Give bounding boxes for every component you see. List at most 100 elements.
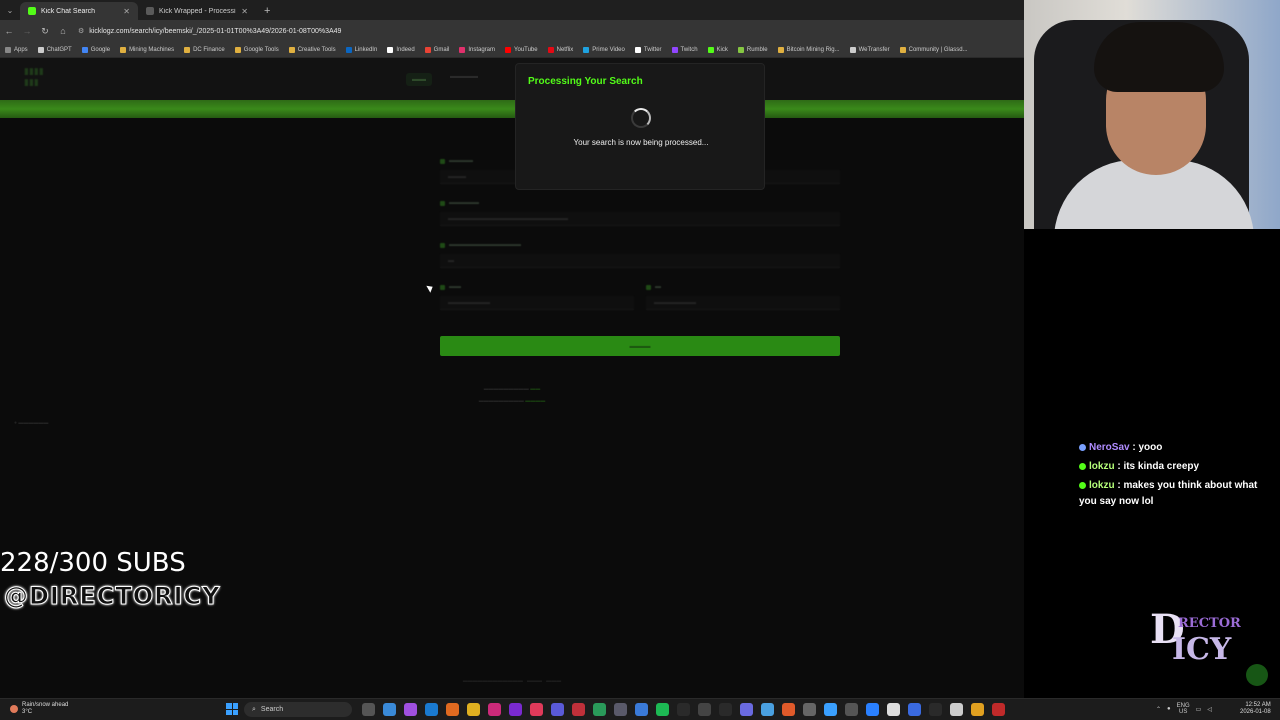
bookmark-item[interactable]: Twitter (630, 46, 667, 53)
taskbar-app-icon[interactable] (488, 703, 501, 716)
bookmark-icon (737, 46, 744, 53)
bookmarks-bar: Apps ChatGPT Google Mining Machines DC Finan… (0, 42, 1024, 58)
site-header: ▮▮▮▮ ▮▮▮ ▬▬ ▬▬▬▬ (0, 58, 1024, 100)
taskbar-app-icon[interactable] (992, 703, 1005, 716)
taskbar-app-icon[interactable] (719, 703, 732, 716)
taskbar-app-icon[interactable] (740, 703, 753, 716)
taskbar-app-icon[interactable] (866, 703, 879, 716)
bookmark-item[interactable]: WeTransfer (845, 46, 895, 53)
taskbar-app-icon[interactable] (572, 703, 585, 716)
chat-text: yooo (1138, 442, 1163, 453)
taskbar-app-icon[interactable] (467, 703, 480, 716)
bookmark-item[interactable]: Mining Machines (115, 46, 179, 53)
close-tab-icon[interactable]: ✕ (123, 7, 130, 16)
site-logo[interactable]: ▮▮▮▮ ▮▮▮ (24, 66, 66, 92)
home-icon[interactable]: ⌂ (54, 26, 72, 36)
bookmark-item[interactable]: Rumble (733, 46, 773, 53)
clock-date: 2026-01-08 (1240, 709, 1271, 715)
taskbar-app-icon[interactable] (551, 703, 564, 716)
language-indicator[interactable]: ENG US (1177, 703, 1190, 715)
channel-input[interactable]: ▬▬▬▬▬▬▬▬▬▬▬▬▬▬▬▬▬▬▬▬ (440, 212, 840, 226)
bookmark-item[interactable]: Google (77, 46, 115, 53)
to-group: ▬ ▬▬▬▬▬▬▬ (646, 284, 840, 326)
taskbar-app-icon[interactable] (887, 703, 900, 716)
taskbar-app-icon[interactable] (908, 703, 921, 716)
bookmark-item[interactable]: YouTube (500, 46, 543, 53)
taskbar-app-icon[interactable] (383, 703, 396, 716)
tab-kick-wrapped[interactable]: Kick Wrapped - Processing ✕ (138, 2, 256, 20)
chat-message: lokzu : its kinda creepy (1079, 459, 1259, 475)
bookmark-item[interactable]: Creative Tools (284, 46, 341, 53)
bookmark-item[interactable]: Indeed (382, 46, 419, 53)
taskbar-app-icon[interactable] (635, 703, 648, 716)
taskbar-app-icon[interactable] (929, 703, 942, 716)
taskbar-app-icon[interactable] (530, 703, 543, 716)
search-button[interactable]: ▬▬▬ (440, 336, 840, 356)
bookmark-icon (120, 46, 127, 53)
bookmark-item[interactable]: Netflix (543, 46, 579, 53)
taskbar-app-icon[interactable] (971, 703, 984, 716)
logo-word-top: RECTOR (1178, 616, 1241, 631)
nav-item-active[interactable]: ▬▬ (406, 72, 432, 86)
taskbar-app-icon[interactable] (824, 703, 837, 716)
reload-icon[interactable]: ↻ (36, 26, 54, 37)
taskbar-app-icon[interactable] (950, 703, 963, 716)
bookmark-item[interactable]: Google Tools (230, 46, 284, 53)
back-arrow-icon[interactable]: ← (0, 26, 18, 36)
bookmark-item[interactable]: Gmail (420, 46, 455, 53)
taskbar-app-icon[interactable] (803, 703, 816, 716)
streamer-handle: @DIRECTORICY (4, 582, 221, 611)
url-field[interactable]: ⚙ kicklogz.com/search/icy/beemski/_/2025… (78, 27, 341, 36)
keyword-input[interactable]: ▬ (440, 254, 840, 268)
taskbar-app-icon[interactable] (425, 703, 438, 716)
bookmark-label: YouTube (514, 46, 538, 53)
taskbar-app-icon[interactable] (782, 703, 795, 716)
bookmark-item[interactable]: DC Finance (179, 46, 230, 53)
microphone-icon[interactable]: ● (1167, 706, 1171, 712)
taskbar-app-icon[interactable] (362, 703, 375, 716)
forward-arrow-icon[interactable]: → (18, 26, 36, 36)
chat-text: its kinda creepy (1123, 461, 1200, 472)
weather-icon (10, 705, 18, 713)
tab-search-icon[interactable]: ⌄ (0, 0, 20, 20)
bookmark-item[interactable]: Bitcoin Mining Rig... (773, 46, 845, 53)
bookmark-label: ChatGPT (46, 46, 72, 53)
windows-start-icon[interactable] (226, 703, 238, 715)
bookmark-item[interactable]: Prime Video (578, 46, 630, 53)
bookmark-item[interactable]: Community | Glassd... (895, 46, 973, 53)
taskbar-app-icon[interactable] (446, 703, 459, 716)
bookmark-item[interactable]: LinkedIn (341, 46, 383, 53)
taskbar-app-icon[interactable] (404, 703, 417, 716)
taskbar-app-icon[interactable] (677, 703, 690, 716)
taskbar-app-icon[interactable] (509, 703, 522, 716)
new-tab-button[interactable]: + (256, 2, 278, 20)
site-settings-icon[interactable]: ⚙ (78, 27, 84, 35)
nav-item[interactable]: ▬▬▬▬ (450, 73, 478, 86)
taskbar-app-icon[interactable] (614, 703, 627, 716)
bookmark-item[interactable]: Kick (703, 46, 733, 53)
bookmark-item[interactable]: Apps (0, 46, 33, 53)
taskbar-app-icon[interactable] (593, 703, 606, 716)
taskbar-app-icon[interactable] (698, 703, 711, 716)
bookmark-icon (234, 46, 241, 53)
to-date-input[interactable]: ▬▬▬▬▬▬▬ (646, 296, 840, 310)
search-info-line: ▬▬▬▬▬▬▬▬▬ ▬▬▬▬ (478, 398, 546, 404)
chevron-up-icon[interactable]: ⌃ (1156, 706, 1161, 713)
bookmark-item[interactable]: Instagram (454, 46, 500, 53)
close-tab-icon[interactable]: ✕ (241, 7, 248, 16)
network-icon[interactable]: ▭ (1196, 706, 1202, 713)
taskbar-app-icon[interactable] (761, 703, 774, 716)
taskbar-app-icon[interactable] (656, 703, 669, 716)
taskbar-clock[interactable]: 12:52 AM 2026-01-08 (1240, 702, 1271, 716)
bookmark-label: Bitcoin Mining Rig... (786, 46, 840, 53)
keyword-icon (440, 242, 445, 248)
taskbar-app-icon[interactable] (845, 703, 858, 716)
tab-kick-chat-search[interactable]: Kick Chat Search ✕ (20, 2, 138, 20)
bookmark-item[interactable]: Twitch (667, 46, 703, 53)
bookmark-label: Rumble (746, 46, 768, 53)
weather-widget[interactable]: Rain/snow ahead 3°C (10, 702, 68, 716)
taskbar-search[interactable]: ⌕ Search (244, 702, 352, 717)
bookmark-item[interactable]: ChatGPT (33, 46, 77, 53)
volume-icon[interactable]: ◁ (1207, 706, 1212, 713)
from-date-input[interactable]: ▬▬▬▬▬▬▬ (440, 296, 634, 310)
